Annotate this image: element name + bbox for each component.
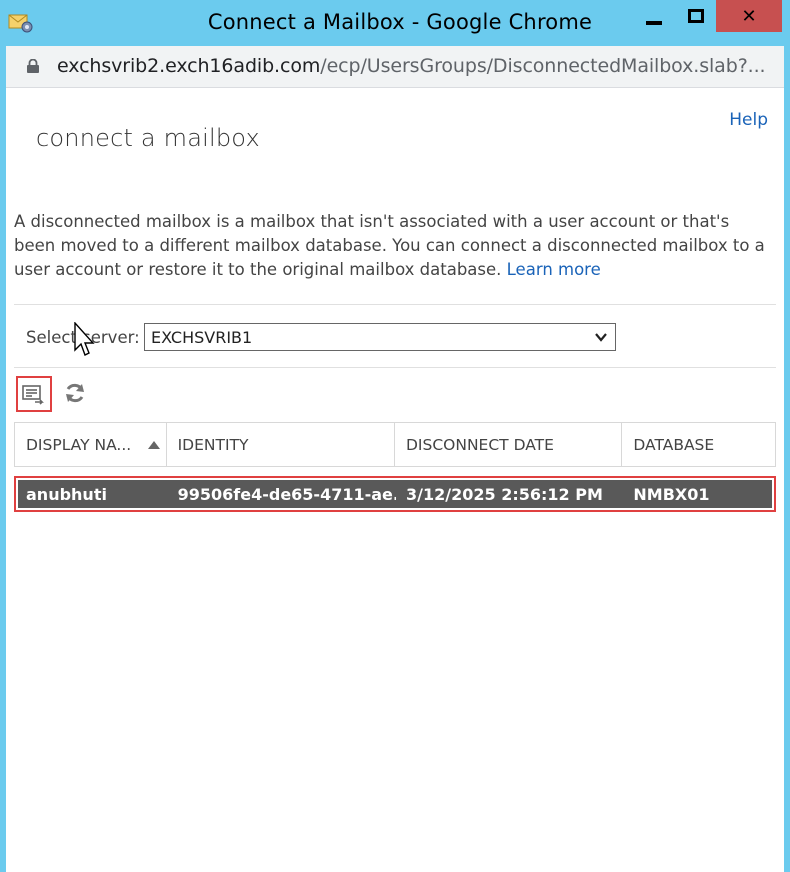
- cell-identity: 99506fe4-de65-4711-ae...: [177, 484, 396, 504]
- mailbox-table: DISPLAY NA... IDENTITY DISCONNECT DATE D…: [14, 422, 776, 512]
- help-link[interactable]: Help: [729, 110, 768, 130]
- url-path: /ecp/UsersGroups/DisconnectedMailbox.sla…: [320, 55, 766, 77]
- exchange-mail-icon: [8, 14, 33, 33]
- chevron-down-icon: [595, 333, 607, 342]
- server-select-value: EXCHSVRIB1: [151, 328, 253, 347]
- cell-display-name: anubhuti: [26, 484, 107, 504]
- refresh-icon: [66, 383, 84, 403]
- cell-disconnect-date: 3/12/2025 2:56:12 PM: [406, 484, 603, 504]
- lock-icon: [27, 59, 39, 73]
- sort-ascending-icon: [147, 441, 160, 449]
- dialog-content: Help connect a mailbox A disconnected ma…: [6, 88, 784, 872]
- window-title: Connect a Mailbox - Google Chrome: [207, 10, 593, 34]
- divider: [14, 304, 776, 305]
- table-row[interactable]: anubhuti 99506fe4-de65-4711-ae... 3/12/2…: [18, 480, 772, 508]
- minimize-icon: [646, 21, 662, 25]
- description-body: A disconnected mailbox is a mailbox that…: [14, 212, 765, 279]
- divider: [14, 367, 776, 368]
- url-host: exchsvrib2.exch16adib.com: [57, 55, 321, 77]
- description-text: A disconnected mailbox is a mailbox that…: [14, 210, 766, 282]
- learn-more-link[interactable]: Learn more: [507, 260, 601, 279]
- server-select[interactable]: EXCHSVRIB1: [144, 323, 616, 351]
- minimize-button[interactable]: [633, 0, 675, 32]
- column-header-label: IDENTITY: [177, 435, 249, 454]
- browser-window: Connect a Mailbox - Google Chrome ✕ exch…: [0, 0, 790, 872]
- column-header-database[interactable]: DATABASE: [622, 423, 775, 466]
- column-header-label: DISPLAY NA...: [26, 435, 132, 454]
- refresh-button[interactable]: [62, 380, 88, 406]
- page-title: connect a mailbox: [36, 124, 260, 152]
- maximize-button[interactable]: [677, 0, 715, 32]
- column-header-label: DATABASE: [633, 435, 715, 454]
- column-header-identity[interactable]: IDENTITY: [167, 423, 395, 466]
- selected-row-highlight: anubhuti 99506fe4-de65-4711-ae... 3/12/2…: [14, 476, 776, 512]
- table-header: DISPLAY NA... IDENTITY DISCONNECT DATE D…: [14, 422, 776, 467]
- mouse-cursor-icon: [74, 322, 95, 356]
- connect-mailbox-icon: [22, 385, 44, 405]
- cell-database: NMBX01: [633, 484, 710, 504]
- address-bar[interactable]: exchsvrib2.exch16adib.com/ecp/UsersGroup…: [6, 46, 784, 88]
- column-header-disconnect-date[interactable]: DISCONNECT DATE: [395, 423, 623, 466]
- url-text[interactable]: exchsvrib2.exch16adib.com/ecp/UsersGroup…: [57, 55, 766, 77]
- title-bar[interactable]: Connect a Mailbox - Google Chrome ✕: [0, 0, 790, 46]
- connect-mailbox-button[interactable]: [16, 376, 52, 412]
- close-icon: ✕: [741, 5, 757, 27]
- column-header-display-name[interactable]: DISPLAY NA...: [15, 423, 167, 466]
- column-header-label: DISCONNECT DATE: [406, 435, 554, 454]
- close-button[interactable]: ✕: [716, 0, 782, 32]
- maximize-icon: [688, 9, 704, 23]
